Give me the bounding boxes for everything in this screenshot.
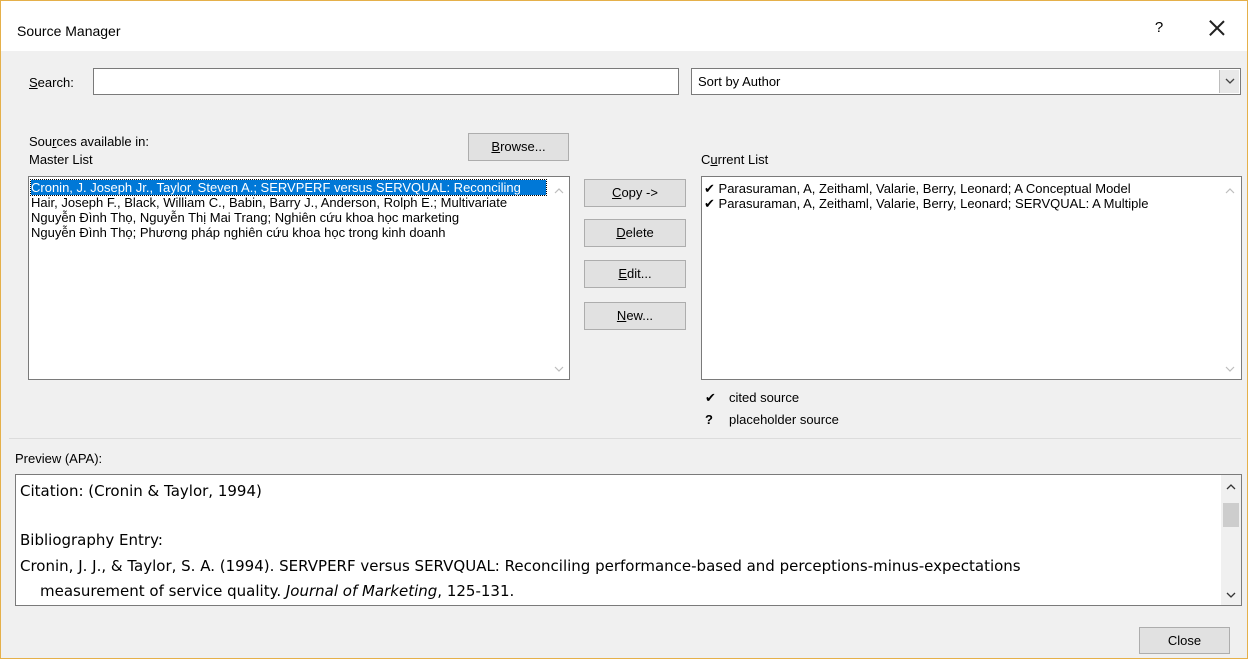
question-icon: ? (705, 412, 713, 427)
master-list[interactable]: Cronin, J. Joseph Jr., Taylor, Steven A.… (28, 176, 570, 380)
current-list-item[interactable]: ✔ Parasuraman, A, Zeithaml, Valarie, Ber… (704, 181, 1219, 196)
check-icon: ✔ (704, 196, 715, 211)
master-list-item[interactable]: Hair, Joseph F., Black, William C., Babi… (31, 195, 546, 210)
source-manager-dialog: Source Manager ? Search: Sort by Author … (0, 0, 1248, 659)
preview-box[interactable]: Citation: (Cronin & Taylor, 1994) Biblio… (15, 474, 1242, 606)
edit-button[interactable]: Edit... (584, 260, 686, 288)
scroll-up-icon[interactable] (551, 183, 567, 199)
preview-bibliography-heading: Bibliography Entry: (20, 531, 163, 549)
master-list-item[interactable]: Nguyễn Đình Thọ; Phương pháp nghiên cứu … (31, 225, 546, 240)
scroll-down-icon[interactable] (1223, 587, 1239, 603)
delete-button[interactable]: Delete (584, 219, 686, 247)
preview-label: Preview (APA): (15, 451, 103, 466)
close-icon[interactable] (1206, 17, 1228, 39)
dialog-title: Source Manager (17, 23, 121, 39)
close-button[interactable]: Close (1139, 627, 1230, 654)
preview-bibliography-line: Cronin, J. J., & Taylor, S. A. (1994). S… (20, 557, 1021, 575)
sources-available-label: Sources available in: (29, 134, 149, 149)
current-list-label: Current List (701, 152, 769, 167)
browse-button[interactable]: Browse... (468, 133, 569, 161)
scroll-thumb[interactable] (1223, 503, 1239, 527)
preview-scrollbar[interactable] (1221, 475, 1241, 605)
title-bar: Source Manager ? (1, 1, 1247, 51)
help-button[interactable]: ? (1149, 19, 1169, 36)
search-label: Search: (29, 75, 74, 90)
check-icon: ✔ (705, 390, 716, 405)
section-divider (9, 438, 1241, 439)
scroll-up-icon[interactable] (1223, 479, 1239, 495)
preview-bibliography-line: measurement of service quality. Journal … (40, 582, 515, 600)
new-button[interactable]: New... (584, 302, 686, 330)
current-list-item[interactable]: ✔ Parasuraman, A, Zeithaml, Valarie, Ber… (704, 196, 1219, 211)
current-list[interactable]: ✔ Parasuraman, A, Zeithaml, Valarie, Ber… (701, 176, 1242, 380)
check-icon: ✔ (704, 181, 715, 196)
legend-placeholder: ? placeholder source (705, 412, 839, 427)
legend-cited: ✔ cited source (705, 390, 800, 405)
sort-selected-value: Sort by Author (698, 74, 781, 89)
search-input[interactable] (93, 68, 679, 95)
chevron-down-icon[interactable] (1219, 70, 1239, 93)
preview-citation: Citation: (Cronin & Taylor, 1994) (20, 482, 262, 500)
sort-dropdown[interactable]: Sort by Author (691, 68, 1241, 95)
copy-button[interactable]: Copy -> (584, 179, 686, 207)
master-list-item[interactable]: Nguyễn Đình Thọ, Nguyễn Thị Mai Trang; N… (31, 210, 546, 225)
scroll-down-icon[interactable] (1222, 361, 1238, 377)
master-list-label: Master List (29, 152, 93, 167)
scroll-up-icon[interactable] (1222, 183, 1238, 199)
master-list-item[interactable]: Cronin, J. Joseph Jr., Taylor, Steven A.… (30, 179, 547, 196)
scroll-down-icon[interactable] (551, 361, 567, 377)
